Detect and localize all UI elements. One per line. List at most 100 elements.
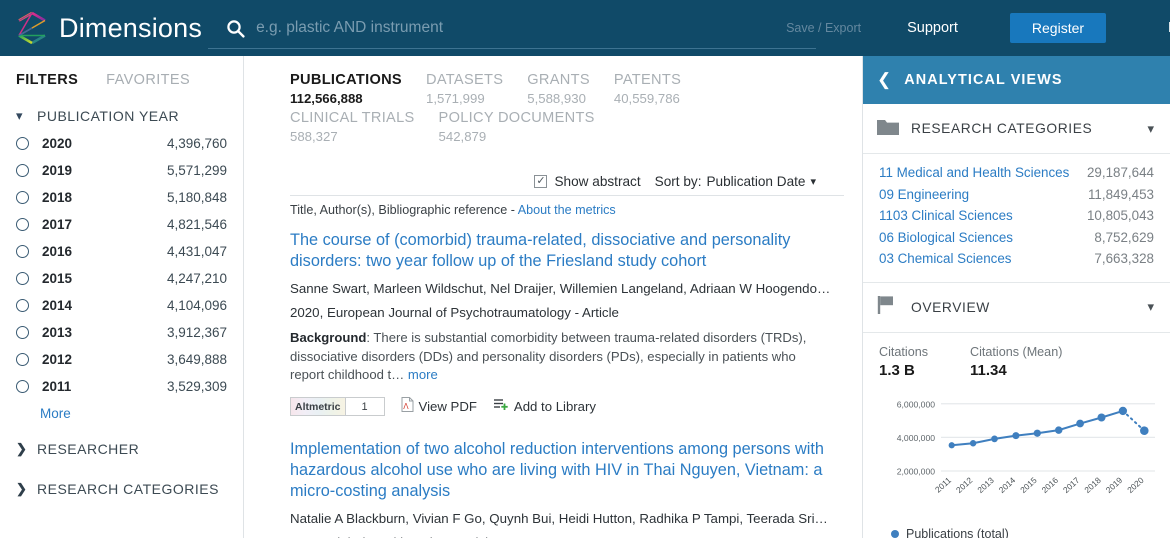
result-item: The course of (comorbid) trauma-related,…	[290, 230, 844, 417]
category-row[interactable]: 1103 Clinical Sciences 10,805,043	[879, 205, 1154, 227]
radio-icon[interactable]	[16, 245, 29, 258]
category-label[interactable]: 09 Engineering	[879, 187, 969, 202]
metrics-legend: Title, Author(s), Bibliographic referenc…	[290, 195, 844, 217]
category-row[interactable]: 09 Engineering 11,849,453	[879, 184, 1154, 206]
category-label[interactable]: 06 Biological Sciences	[879, 230, 1013, 245]
facet-row[interactable]: 2015 4,247,210	[14, 265, 229, 292]
stat-label: Citations (Mean)	[970, 345, 1062, 359]
facet-label: 2014	[42, 298, 72, 313]
tab-clinical-trials[interactable]: CLINICAL TRIALS 588,327	[290, 110, 415, 144]
radio-icon[interactable]	[16, 164, 29, 177]
facet-researcher-header[interactable]: ❯ RESEARCHER	[14, 427, 229, 467]
sidebar-tabs: FILTERS FAVORITES	[14, 56, 229, 100]
facet-label: 2013	[42, 325, 72, 340]
show-abstract-toggle[interactable]: ✓ Show abstract	[534, 174, 640, 189]
facet-count: 4,396,760	[167, 136, 227, 151]
sort-by-control[interactable]: Sort by: Publication Date ▾	[655, 174, 816, 189]
legend-marker	[891, 530, 899, 538]
facet-publication-year-list: 2020 4,396,760 2019 5,571,299 2018 5,180…	[14, 130, 229, 400]
publication-title-link[interactable]: Implementation of two alcohol reduction …	[290, 439, 830, 502]
facet-researcher-title: RESEARCHER	[37, 441, 139, 457]
facet-row[interactable]: 2019 5,571,299	[14, 157, 229, 184]
facet-row[interactable]: 2020 4,396,760	[14, 130, 229, 157]
save-export-link[interactable]: Save / Export	[776, 21, 871, 35]
altmetric-badge[interactable]: Altmetric 1	[290, 397, 385, 416]
svg-text:2012: 2012	[954, 474, 975, 494]
category-row[interactable]: 11 Medical and Health Sciences 29,187,64…	[879, 162, 1154, 184]
radio-icon[interactable]	[16, 299, 29, 312]
search-icon[interactable]	[214, 19, 256, 38]
chevron-down-icon[interactable]: ▾	[1147, 121, 1154, 137]
section-overview[interactable]: OVERVIEW ▾	[863, 283, 1170, 333]
flag-icon	[877, 295, 911, 319]
tab-datasets[interactable]: DATASETS 1,571,999	[426, 72, 503, 106]
svg-text:Λ: Λ	[403, 402, 409, 411]
page-body: FILTERS FAVORITES ▾ PUBLICATION YEAR 202…	[0, 56, 1170, 538]
brand-logo[interactable]: Dimensions	[0, 10, 202, 46]
chevron-down-icon[interactable]: ▾	[1147, 299, 1154, 315]
register-button[interactable]: Register	[1010, 13, 1106, 43]
show-more-years-link[interactable]: More	[14, 400, 229, 427]
chevron-left-icon[interactable]: ❮	[877, 70, 891, 90]
abstract-more-link[interactable]: more	[408, 367, 438, 382]
publication-title-link[interactable]: The course of (comorbid) trauma-related,…	[290, 230, 830, 272]
tab-publications[interactable]: PUBLICATIONS 112,566,888	[290, 72, 402, 106]
publication-meta: 2020, Global Health Action - Article	[290, 535, 844, 538]
facet-row[interactable]: 2014 4,104,096	[14, 292, 229, 319]
analytical-views-title: ANALYTICAL VIEWS	[904, 72, 1062, 88]
login-link[interactable]: Log in	[1158, 20, 1170, 36]
pdf-icon: Λ	[401, 397, 414, 417]
tab-grants[interactable]: GRANTS 5,588,930	[527, 72, 590, 106]
svg-text:2018: 2018	[1082, 474, 1103, 494]
facet-research-categories-header[interactable]: ❯ RESEARCH CATEGORIES	[14, 467, 229, 507]
chevron-down-icon[interactable]: ▾	[810, 175, 816, 188]
sort-by-value[interactable]: Publication Date	[706, 174, 805, 189]
add-to-library-label: Add to Library	[514, 399, 596, 414]
facet-row[interactable]: 2013 3,912,367	[14, 319, 229, 346]
radio-icon[interactable]	[16, 380, 29, 393]
tab-policy-documents[interactable]: POLICY DOCUMENTS 542,879	[439, 110, 595, 144]
facet-row[interactable]: 2012 3,649,888	[14, 346, 229, 373]
svg-text:2,000,000: 2,000,000	[897, 466, 935, 476]
analytical-views-header[interactable]: ❮ ANALYTICAL VIEWS	[863, 56, 1170, 104]
category-label[interactable]: 1103 Clinical Sciences	[879, 208, 1013, 223]
tab-patents[interactable]: PATENTS 40,559,786	[614, 72, 681, 106]
search-bar[interactable]	[202, 0, 776, 56]
radio-icon[interactable]	[16, 137, 29, 150]
chart-svg: 6,000,0004,000,0002,000,0002011201220132…	[873, 389, 1161, 519]
radio-icon[interactable]	[16, 191, 29, 204]
publication-abstract: Background: There is substantial comorbi…	[290, 329, 810, 385]
support-link[interactable]: Support	[897, 20, 968, 36]
chevron-right-icon: ❯	[16, 441, 28, 457]
radio-icon[interactable]	[16, 353, 29, 366]
category-row[interactable]: 03 Chemical Sciences 7,663,328	[879, 248, 1154, 270]
stat-citations: Citations 1.3 B	[879, 345, 928, 379]
category-row[interactable]: 06 Biological Sciences 8,752,629	[879, 227, 1154, 249]
facet-row[interactable]: 2018 5,180,848	[14, 184, 229, 211]
facet-row[interactable]: 2011 3,529,309	[14, 373, 229, 400]
tab-filters[interactable]: FILTERS	[16, 72, 78, 88]
tab-favorites[interactable]: FAVORITES	[106, 72, 190, 88]
section-research-categories[interactable]: RESEARCH CATEGORIES ▾	[863, 104, 1170, 154]
facet-label: 2016	[42, 244, 72, 259]
radio-icon[interactable]	[16, 272, 29, 285]
radio-icon[interactable]	[16, 218, 29, 231]
category-count: 10,805,043	[1087, 208, 1154, 223]
add-to-library-button[interactable]: Add to Library	[493, 397, 596, 416]
search-input[interactable]	[256, 13, 776, 43]
about-the-metrics-link[interactable]: About the metrics	[518, 203, 616, 217]
view-pdf-button[interactable]: Λ View PDF	[401, 397, 477, 417]
chevron-right-icon: ❯	[16, 481, 28, 497]
svg-text:2011: 2011	[933, 474, 953, 494]
facet-row[interactable]: 2016 4,431,047	[14, 238, 229, 265]
svg-text:2015: 2015	[1018, 474, 1039, 494]
facet-row[interactable]: 2017 4,821,546	[14, 211, 229, 238]
publication-authors: Natalie A Blackburn, Vivian F Go, Quynh …	[290, 511, 835, 526]
radio-icon[interactable]	[16, 326, 29, 339]
category-label[interactable]: 03 Chemical Sciences	[879, 251, 1011, 266]
tab-label: DATASETS	[426, 72, 503, 88]
facet-publication-year-header[interactable]: ▾ PUBLICATION YEAR	[14, 100, 229, 130]
facet-count: 3,529,309	[167, 379, 227, 394]
checkbox-checked-icon[interactable]: ✓	[534, 175, 547, 188]
category-label[interactable]: 11 Medical and Health Sciences	[879, 165, 1069, 180]
